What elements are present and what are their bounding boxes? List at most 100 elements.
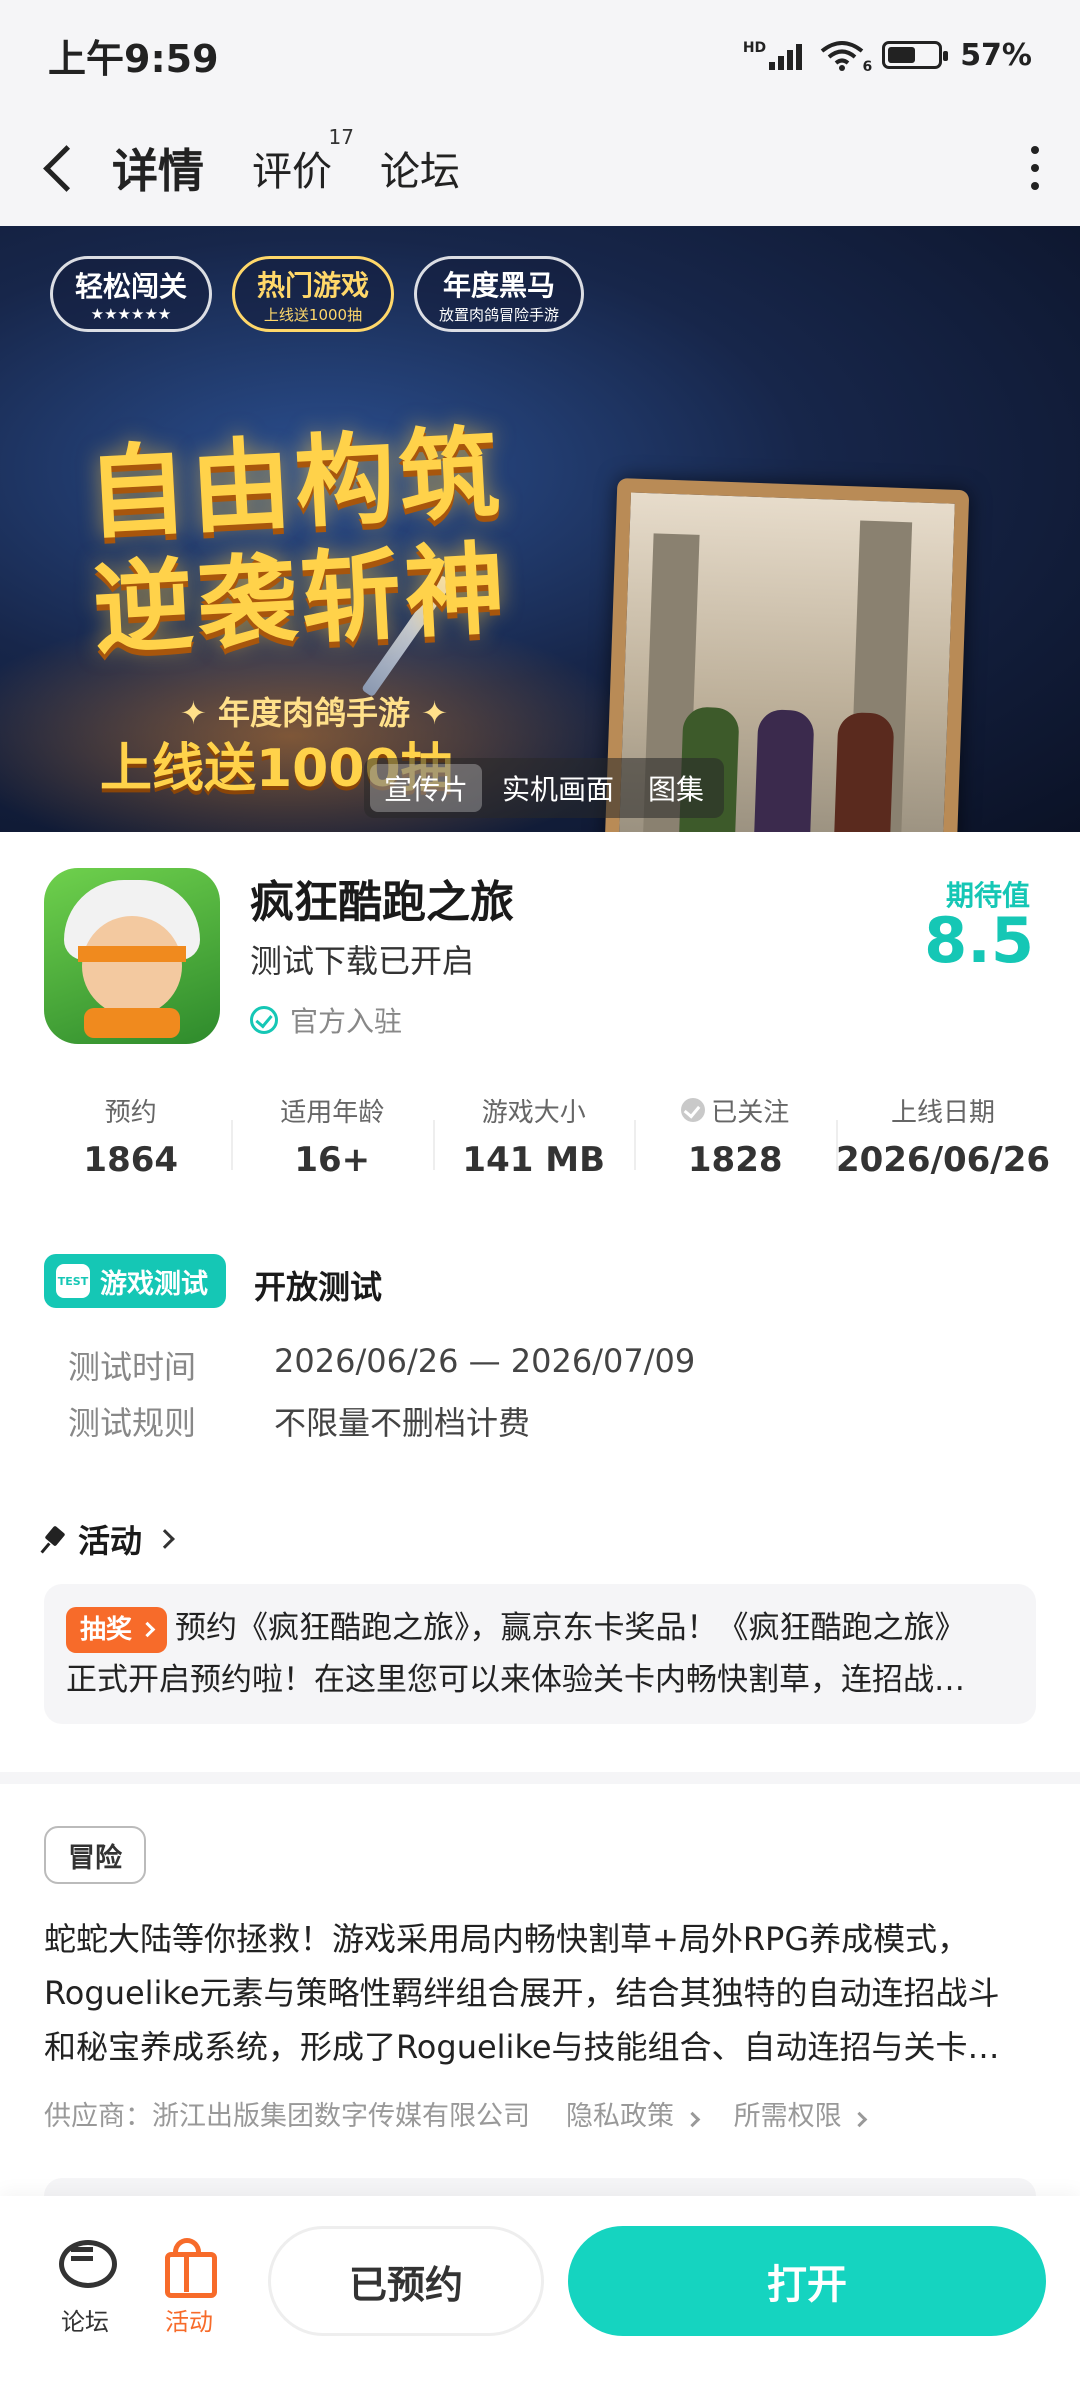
stat-label: 游戏大小 — [481, 1097, 586, 1128]
activity-text-line1: 预约《疯狂酷跑之旅》，赢京东卡奖品！《疯狂酷跑之旅》 — [175, 1610, 966, 1646]
chevron-right-icon — [155, 1529, 175, 1549]
test-rule-row: 测试规则 不限量不删档计费 — [68, 1398, 530, 1444]
test-time-row: 测试时间 2026/06/26 — 2026/07/09 — [68, 1342, 695, 1388]
test-rule-value: 不限量不删档计费 — [274, 1404, 531, 1442]
genre-tag[interactable]: 冒险 — [44, 1826, 146, 1884]
stat-value: 1864 — [83, 1140, 179, 1180]
activity-line1: 抽奖 预约《疯狂酷跑之旅》，赢京东卡奖品！《疯狂酷跑之旅》 — [66, 1602, 1014, 1654]
top-nav: 详情 评价 17 论坛 — [0, 110, 1080, 226]
badge-easy: 轻松闯关 ★★★★★★ — [50, 256, 213, 332]
chat-bubble-icon — [57, 2236, 117, 2292]
lottery-tag: 抽奖 — [66, 1606, 168, 1653]
stat-value: 2026/06/26 — [835, 1140, 1051, 1180]
lottery-label: 抽奖 — [80, 1614, 133, 1645]
stats-row: 预约 1864 适用年龄 16+ 游戏大小 141 MB 已关注 1828 上线… — [30, 1090, 1050, 1190]
test-title: 开放测试 — [254, 1268, 383, 1306]
more-options-icon[interactable] — [1030, 146, 1040, 190]
stat-label: 已关注 — [634, 1090, 835, 1130]
bottom-forum-button[interactable]: 论坛 — [40, 2236, 130, 2337]
meta-row: 供应商：浙江出版集团数字传媒有限公司 隐私政策 所需权限 — [44, 2094, 868, 2133]
wifi-generation: 6 — [862, 59, 873, 75]
heart-icon — [681, 1098, 706, 1122]
reviews-count-badge: 17 — [328, 125, 354, 149]
banner-title: 自由构筑 逆袭斩神 — [84, 414, 512, 669]
badge-hot-main: 热门游戏 — [257, 268, 370, 302]
signal-icon: HD — [742, 40, 803, 70]
test-icon: TEST — [56, 1264, 90, 1298]
media-tab-trailer[interactable]: 宣传片 — [370, 764, 483, 812]
check-circle-icon — [250, 1006, 278, 1034]
game-description[interactable]: 蛇蛇大陆等你拯救！游戏采用局内畅快割草+局外RPG养成模式， Roguelike… — [44, 1912, 1036, 2074]
badge-hot-sub: 上线送1000抽 — [263, 305, 363, 324]
battery-level — [888, 47, 916, 63]
tab-reviews-label: 评价 — [252, 149, 332, 195]
description-line: 和秘宝养成系统，形成了Roguelike与技能组合、自动连招与关卡… — [44, 2028, 1000, 2066]
tab-details[interactable]: 详情 — [106, 135, 210, 201]
description-line: Roguelike元素与策略性羁绊组合展开，结合其独特的自动连招战斗 — [44, 1974, 1000, 2012]
open-button[interactable]: 打开 — [568, 2226, 1046, 2336]
media-tabs: 宣传片 实机画面 图集 — [364, 758, 725, 818]
stat-value: 16+ — [294, 1140, 371, 1180]
stat-label: 预约 — [104, 1097, 157, 1128]
badge-easy-main: 轻松闯关 — [75, 270, 188, 303]
banner-badges: 轻松闯关 ★★★★★★ 热门游戏 上线送1000抽 年度黑马 放置肉鸽冒险手游 — [50, 256, 585, 332]
badge-hot: 热门游戏 上线送1000抽 — [232, 256, 395, 332]
network-type: HD — [742, 40, 767, 56]
app-icon — [44, 868, 220, 1044]
badge-darkhorse: 年度黑马 放置肉鸽冒险手游 — [414, 256, 585, 332]
description-line: 蛇蛇大陆等你拯救！游戏采用局内畅快割草+局外RPG养成模式， — [44, 1920, 970, 1958]
supplier-text: 供应商：浙江出版集团数字传媒有限公司 — [44, 2101, 530, 2132]
chevron-right-icon — [139, 1621, 156, 1638]
media-tab-gallery[interactable]: 图集 — [634, 764, 718, 812]
media-tab-gameplay[interactable]: 实机画面 — [488, 764, 628, 812]
official-label: 官方入驻 — [290, 1005, 403, 1038]
hero-mage — [753, 709, 815, 832]
badge-darkhorse-main: 年度黑马 — [443, 268, 556, 302]
banner-title-line1: 自由构筑 — [84, 414, 506, 553]
stat-age: 适用年龄 16+ — [231, 1090, 432, 1190]
status-bar: 上午9:59 HD 6 57% — [0, 0, 1080, 110]
tab-reviews[interactable]: 评价 17 — [252, 125, 354, 197]
app-status: 测试下载已开启 — [250, 942, 475, 980]
test-time-key: 测试时间 — [68, 1348, 197, 1386]
stat-value: 1828 — [687, 1140, 783, 1180]
stat-followed[interactable]: 已关注 1828 — [634, 1090, 835, 1190]
bottom-activity-label: 活动 — [165, 2308, 213, 2336]
privacy-link[interactable]: 隐私政策 — [566, 2094, 700, 2133]
permissions-label: 所需权限 — [733, 2101, 842, 2132]
chevron-right-icon — [684, 2111, 700, 2128]
privacy-label: 隐私政策 — [566, 2101, 674, 2132]
battery-icon — [882, 41, 949, 69]
activity-text-line2: 正式开启预约啦！在这里您可以来体验关卡内畅快割草，连招战… — [66, 1662, 965, 1698]
stat-label: 上线日期 — [890, 1097, 995, 1128]
bottom-activity-button[interactable]: 活动 — [144, 2236, 234, 2337]
tab-forum-label: 论坛 — [380, 149, 460, 195]
badge-darkhorse-sub: 放置肉鸽冒险手游 — [439, 305, 560, 324]
test-time-value: 2026/06/26 — 2026/07/09 — [274, 1342, 696, 1380]
pin-icon — [44, 1528, 66, 1550]
reserved-button[interactable]: 已预约 — [268, 2226, 544, 2336]
back-icon[interactable] — [40, 148, 80, 188]
stat-size: 游戏大小 141 MB — [432, 1090, 634, 1190]
stat-reservations: 预约 1864 — [30, 1090, 231, 1190]
section-divider — [0, 1772, 1080, 1784]
bottom-forum-label: 论坛 — [61, 2308, 109, 2336]
expect-score: 8.5 — [924, 904, 1034, 977]
badge-easy-sub: ★★★★★★ — [90, 305, 172, 323]
activity-card[interactable]: 抽奖 预约《疯狂酷跑之旅》，赢京东卡奖品！《疯狂酷跑之旅》 正式开启预约啦！在这里… — [44, 1584, 1036, 1724]
stat-value: 141 MB — [462, 1140, 605, 1180]
activity-heading-label: 活动 — [78, 1522, 143, 1560]
battery-percent: 57% — [960, 37, 1032, 73]
game-test-tag: TEST 游戏测试 — [44, 1254, 226, 1308]
activity-heading[interactable]: 活动 — [44, 1516, 175, 1562]
banner-title-line2: 逆袭斩神 — [90, 530, 512, 669]
gift-icon — [161, 2236, 217, 2298]
permissions-link[interactable]: 所需权限 — [733, 2094, 868, 2133]
tab-forum[interactable]: 论坛 — [380, 139, 460, 197]
promo-banner[interactable]: 轻松闯关 ★★★★★★ 热门游戏 上线送1000抽 年度黑马 放置肉鸽冒险手游 … — [0, 226, 1080, 832]
stat-label: 适用年龄 — [280, 1097, 385, 1128]
stat-label-text: 已关注 — [711, 1097, 790, 1128]
status-time: 上午9:59 — [48, 36, 219, 81]
test-rule-key: 测试规则 — [68, 1404, 197, 1442]
hero-warrior — [833, 711, 895, 832]
